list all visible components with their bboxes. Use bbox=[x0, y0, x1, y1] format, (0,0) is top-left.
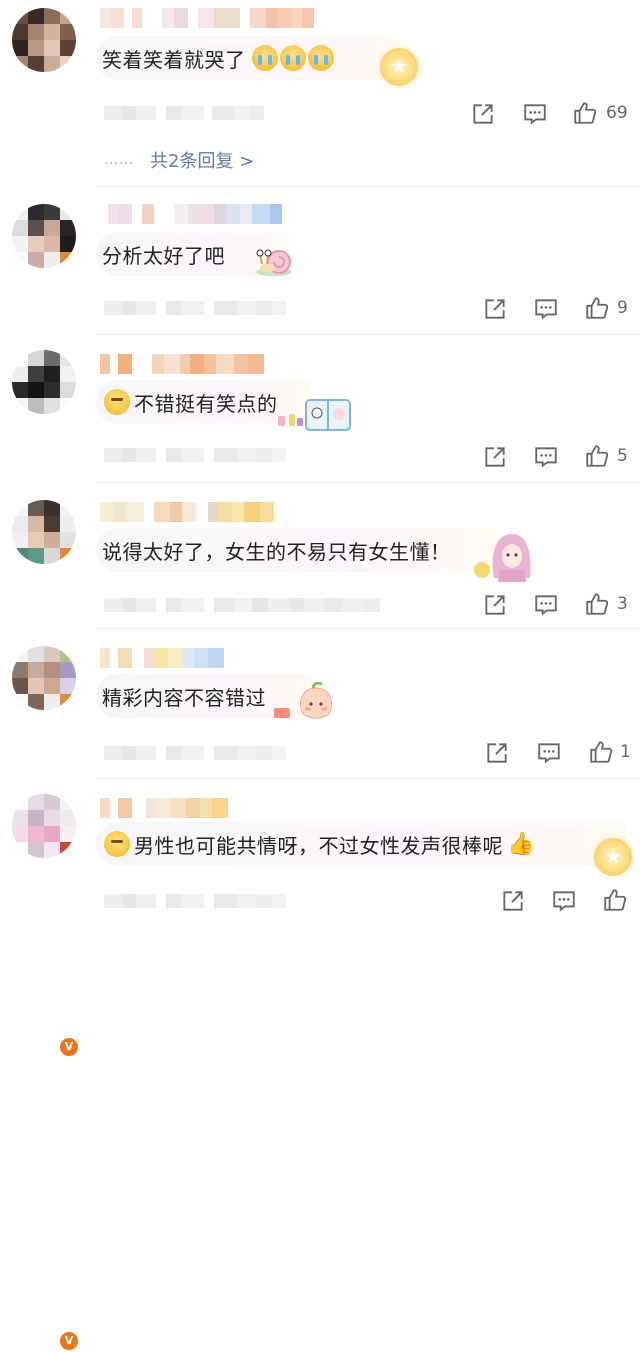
username[interactable] bbox=[100, 8, 314, 28]
medal-badge-icon bbox=[594, 838, 632, 876]
avatar[interactable] bbox=[12, 646, 76, 710]
avatar[interactable] bbox=[12, 794, 76, 858]
like-count: 5 bbox=[617, 446, 628, 466]
like-count: 9 bbox=[617, 298, 628, 318]
comment-icon[interactable] bbox=[522, 101, 548, 127]
peach-sticker-icon bbox=[274, 682, 332, 719]
timestamp-source bbox=[104, 892, 286, 910]
timestamp-source bbox=[104, 744, 286, 762]
divider bbox=[96, 482, 640, 483]
comment-text: 分析太好了吧 bbox=[102, 243, 225, 268]
crying-emoji-icon bbox=[279, 45, 306, 71]
share-icon[interactable] bbox=[500, 888, 526, 914]
crying-emoji-icon bbox=[307, 45, 334, 71]
timestamp-source bbox=[104, 299, 286, 317]
comment-text: 男性也可能共情呀，不过女性发声很棒呢 bbox=[134, 833, 503, 858]
thumbs-up-icon[interactable] bbox=[588, 739, 614, 765]
thinking-emoji-icon bbox=[104, 389, 130, 415]
fridge-sticker-icon bbox=[278, 399, 351, 431]
username[interactable] bbox=[100, 648, 224, 668]
view-replies-link[interactable]: …… 共2条回复 > bbox=[104, 147, 254, 173]
avatar[interactable] bbox=[12, 500, 76, 564]
medal-badge-icon bbox=[380, 48, 418, 86]
like-count: 69 bbox=[606, 103, 628, 123]
snail-sticker-icon bbox=[256, 249, 292, 276]
comment-bubble: 男性也可能共情呀，不过女性发声很棒呢 👍 bbox=[96, 822, 626, 866]
share-icon[interactable] bbox=[482, 592, 508, 618]
comment-bubble: 说得太好了，女生的不易只有女生懂！ bbox=[96, 528, 496, 572]
avatar[interactable] bbox=[12, 8, 76, 72]
comment-text: 精彩内容不容错过 bbox=[102, 685, 266, 710]
verified-badge-icon: V bbox=[58, 1330, 80, 1352]
like-count: 3 bbox=[617, 594, 628, 614]
comment-icon[interactable] bbox=[533, 592, 559, 618]
username[interactable] bbox=[100, 502, 274, 522]
comment-bubble: 笑着笑着就哭了 bbox=[96, 36, 400, 80]
thumbs-up-icon[interactable] bbox=[584, 443, 610, 469]
thumbs-up-icon[interactable] bbox=[572, 100, 598, 126]
share-icon[interactable] bbox=[470, 101, 496, 127]
comment-text: 说得太好了，女生的不易只有女生懂！ bbox=[102, 539, 451, 564]
divider bbox=[96, 186, 640, 187]
replies-dots: …… bbox=[104, 152, 134, 168]
comment-text: 笑着笑着就哭了 bbox=[102, 47, 246, 72]
divider bbox=[96, 334, 640, 335]
share-icon[interactable] bbox=[482, 444, 508, 470]
avatar[interactable] bbox=[12, 350, 76, 414]
timestamp-source bbox=[104, 104, 264, 122]
share-icon[interactable] bbox=[484, 740, 510, 766]
thumbs-up-icon[interactable] bbox=[602, 887, 628, 913]
avatar[interactable] bbox=[12, 204, 76, 268]
replies-label: 共2条回复 > bbox=[150, 151, 255, 172]
thinking-emoji-icon bbox=[104, 831, 130, 857]
username[interactable] bbox=[100, 354, 264, 374]
comment-icon[interactable] bbox=[551, 888, 577, 914]
username[interactable] bbox=[100, 798, 228, 818]
thumbs-up-emoji-icon: 👍 bbox=[507, 831, 535, 857]
thumbs-up-icon[interactable] bbox=[584, 295, 610, 321]
share-icon[interactable] bbox=[482, 296, 508, 322]
comment-icon[interactable] bbox=[533, 296, 559, 322]
crying-emoji-icon bbox=[251, 45, 278, 71]
comment-icon[interactable] bbox=[536, 740, 562, 766]
cartoon-girl-sticker-icon bbox=[474, 534, 531, 582]
username[interactable] bbox=[100, 204, 282, 224]
comment-icon[interactable] bbox=[533, 444, 559, 470]
like-count: 1 bbox=[620, 742, 631, 762]
divider bbox=[96, 628, 640, 629]
divider bbox=[96, 778, 640, 779]
timestamp-source bbox=[104, 596, 380, 614]
comment-text: 不错挺有笑点的 bbox=[134, 391, 278, 416]
thumbs-up-icon[interactable] bbox=[584, 591, 610, 617]
timestamp-source bbox=[104, 446, 286, 464]
verified-badge-icon: V bbox=[58, 1036, 80, 1058]
